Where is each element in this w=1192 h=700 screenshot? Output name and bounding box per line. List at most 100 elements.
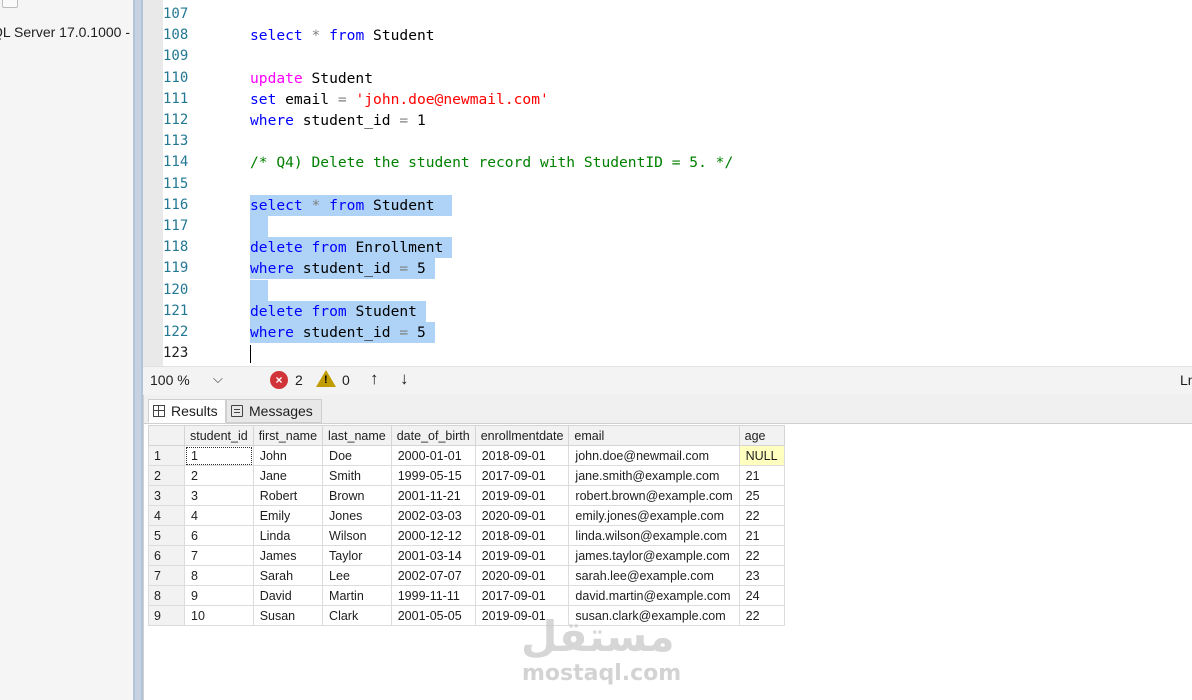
grid-cell[interactable]: john.doe@newmail.com bbox=[568, 445, 740, 466]
grid-cell[interactable]: Taylor bbox=[322, 545, 392, 566]
code-line[interactable]: 123 bbox=[143, 343, 1192, 364]
grid-cell[interactable]: James bbox=[252, 545, 324, 566]
arrow-down-icon[interactable]: ↓ bbox=[400, 369, 409, 389]
code-text[interactable]: delete from Student bbox=[250, 300, 426, 322]
table-row[interactable]: 5 6 Linda Wilson 2000-12-12 2018-09-01 linda.w… bbox=[148, 525, 785, 546]
zoom-level[interactable]: 100 % bbox=[150, 372, 190, 388]
table-row[interactable]: 3 3 Robert Brown 2001-11-21 2019-09-01 robert.… bbox=[148, 485, 785, 506]
grid-cell[interactable]: 9 bbox=[184, 585, 254, 606]
grid-cell[interactable]: 2018-09-01 bbox=[474, 525, 570, 546]
error-count[interactable]: 2 bbox=[295, 372, 303, 388]
grid-cell[interactable]: Martin bbox=[322, 585, 392, 606]
grid-cell[interactable]: 2018-09-01 bbox=[474, 445, 570, 466]
results-grid[interactable]: student_id first_name last_name date_of_bir… bbox=[148, 425, 785, 626]
grid-cell[interactable]: 2020-09-01 bbox=[474, 565, 570, 586]
grid-cell[interactable]: John bbox=[252, 445, 324, 466]
grid-cell[interactable]: 7 bbox=[184, 545, 254, 566]
grid-cell[interactable]: 22 bbox=[738, 505, 785, 526]
grid-cell[interactable]: 2001-11-21 bbox=[390, 485, 476, 506]
grid-cell[interactable]: 2020-09-01 bbox=[474, 505, 570, 526]
grid-cell[interactable]: 2019-09-01 bbox=[474, 545, 570, 566]
code-line[interactable]: 116 select * from Student bbox=[143, 194, 1192, 216]
grid-cell[interactable]: 2002-07-07 bbox=[390, 565, 476, 586]
code-text[interactable] bbox=[250, 216, 268, 237]
grid-cell[interactable]: 2001-05-05 bbox=[390, 605, 476, 626]
grid-cell[interactable]: linda.wilson@example.com bbox=[568, 525, 740, 546]
code-text[interactable]: select * from Student bbox=[250, 194, 453, 216]
grid-cell[interactable]: Sarah bbox=[252, 565, 324, 586]
row-number[interactable]: 7 bbox=[148, 565, 185, 586]
column-header[interactable]: email bbox=[568, 425, 740, 446]
tab-messages[interactable]: Messages bbox=[226, 399, 322, 423]
column-header[interactable]: student_id bbox=[184, 425, 254, 446]
code-line[interactable]: 107 bbox=[143, 4, 1192, 25]
code-text[interactable]: delete from Enrollment bbox=[250, 237, 453, 259]
query-editor[interactable]: 107 108 select * from Student 109 110 update … bbox=[143, 0, 1192, 366]
code-line[interactable]: 108 select * from Student bbox=[143, 25, 1192, 46]
code-line[interactable]: 112 where student_id = 1 bbox=[143, 110, 1192, 131]
table-row[interactable]: 1 1 John Doe 2000-01-01 2018-09-01 john.doe@ne… bbox=[148, 445, 785, 466]
code-line[interactable]: 122 where student_id = 5 bbox=[143, 322, 1192, 343]
grid-cell[interactable]: Brown bbox=[322, 485, 392, 506]
grid-cell[interactable]: Clark bbox=[322, 605, 392, 626]
grid-cell[interactable]: david.martin@example.com bbox=[568, 585, 740, 606]
code-line[interactable]: 121 delete from Student bbox=[143, 300, 1192, 322]
grid-cell[interactable]: 6 bbox=[184, 525, 254, 546]
code-text[interactable]: select * from Student bbox=[250, 25, 435, 46]
grid-cell[interactable]: 10 bbox=[184, 605, 254, 626]
code-text[interactable] bbox=[250, 279, 268, 301]
row-number[interactable]: 6 bbox=[148, 545, 185, 566]
column-header[interactable] bbox=[148, 425, 185, 446]
grid-cell[interactable]: 2 bbox=[184, 465, 254, 486]
row-number[interactable]: 2 bbox=[148, 465, 185, 486]
grid-cell[interactable]: 22 bbox=[738, 545, 785, 566]
grid-cell[interactable]: 21 bbox=[738, 525, 785, 546]
splitter-grip[interactable] bbox=[135, 0, 141, 700]
code-text[interactable]: set email = 'john.doe@newmail.com' bbox=[250, 89, 549, 110]
grid-cell[interactable]: David bbox=[252, 585, 324, 606]
grid-cell[interactable]: Jones bbox=[322, 505, 392, 526]
code-line[interactable]: 113 bbox=[143, 131, 1192, 152]
column-header[interactable]: enrollmentdate bbox=[474, 425, 570, 446]
grid-cell[interactable]: jane.smith@example.com bbox=[568, 465, 740, 486]
grid-cell[interactable]: 1999-11-11 bbox=[390, 585, 476, 606]
row-number[interactable]: 3 bbox=[148, 485, 185, 506]
grid-cell[interactable]: 1 bbox=[184, 445, 254, 466]
panel-splitter[interactable] bbox=[133, 0, 143, 700]
code-line[interactable]: 117 bbox=[143, 216, 1192, 237]
column-header[interactable]: date_of_birth bbox=[390, 425, 476, 446]
row-number[interactable]: 5 bbox=[148, 525, 185, 546]
grid-cell[interactable]: 3 bbox=[184, 485, 254, 506]
grid-cell[interactable]: 2000-12-12 bbox=[390, 525, 476, 546]
row-number[interactable]: 9 bbox=[148, 605, 185, 626]
grid-cell[interactable]: 8 bbox=[184, 565, 254, 586]
grid-cell[interactable]: Doe bbox=[322, 445, 392, 466]
table-row[interactable]: 9 10 Susan Clark 2001-05-05 2019-09-01 susan.c… bbox=[148, 605, 785, 626]
grid-cell[interactable]: 2017-09-01 bbox=[474, 585, 570, 606]
error-icon[interactable]: × bbox=[270, 371, 288, 389]
grid-cell[interactable]: Smith bbox=[322, 465, 392, 486]
arrow-up-icon[interactable]: ↑ bbox=[370, 369, 379, 389]
grid-cell[interactable]: 22 bbox=[738, 605, 785, 626]
code-line[interactable]: 109 bbox=[143, 46, 1192, 67]
grid-cell[interactable]: emily.jones@example.com bbox=[568, 505, 740, 526]
row-number[interactable]: 4 bbox=[148, 505, 185, 526]
grid-cell[interactable]: Jane bbox=[252, 465, 324, 486]
code-text[interactable]: where student_id = 1 bbox=[250, 110, 426, 131]
grid-cell[interactable]: 24 bbox=[738, 585, 785, 606]
table-row[interactable]: 4 4 Emily Jones 2002-03-03 2020-09-01 emily.jo… bbox=[148, 505, 785, 526]
code-text[interactable]: /* Q4) Delete the student record with St… bbox=[250, 152, 733, 173]
grid-cell[interactable]: Susan bbox=[252, 605, 324, 626]
code-line[interactable]: 114 /* Q4) Delete the student record with… bbox=[143, 152, 1192, 173]
code-line[interactable]: 118 delete from Enrollment bbox=[143, 237, 1192, 259]
grid-cell[interactable]: 4 bbox=[184, 505, 254, 526]
code-line[interactable]: 119 where student_id = 5 bbox=[143, 258, 1192, 280]
grid-cell[interactable]: 2002-03-03 bbox=[390, 505, 476, 526]
grid-cell[interactable]: 25 bbox=[738, 485, 785, 506]
grid-cell[interactable]: Wilson bbox=[322, 525, 392, 546]
grid-cell[interactable]: robert.brown@example.com bbox=[568, 485, 740, 506]
grid-cell[interactable]: 2001-03-14 bbox=[390, 545, 476, 566]
row-number[interactable]: 8 bbox=[148, 585, 185, 606]
table-row[interactable]: 7 8 Sarah Lee 2002-07-07 2020-09-01 sarah.lee@… bbox=[148, 565, 785, 586]
code-text[interactable]: where student_id = 5 bbox=[250, 322, 435, 343]
